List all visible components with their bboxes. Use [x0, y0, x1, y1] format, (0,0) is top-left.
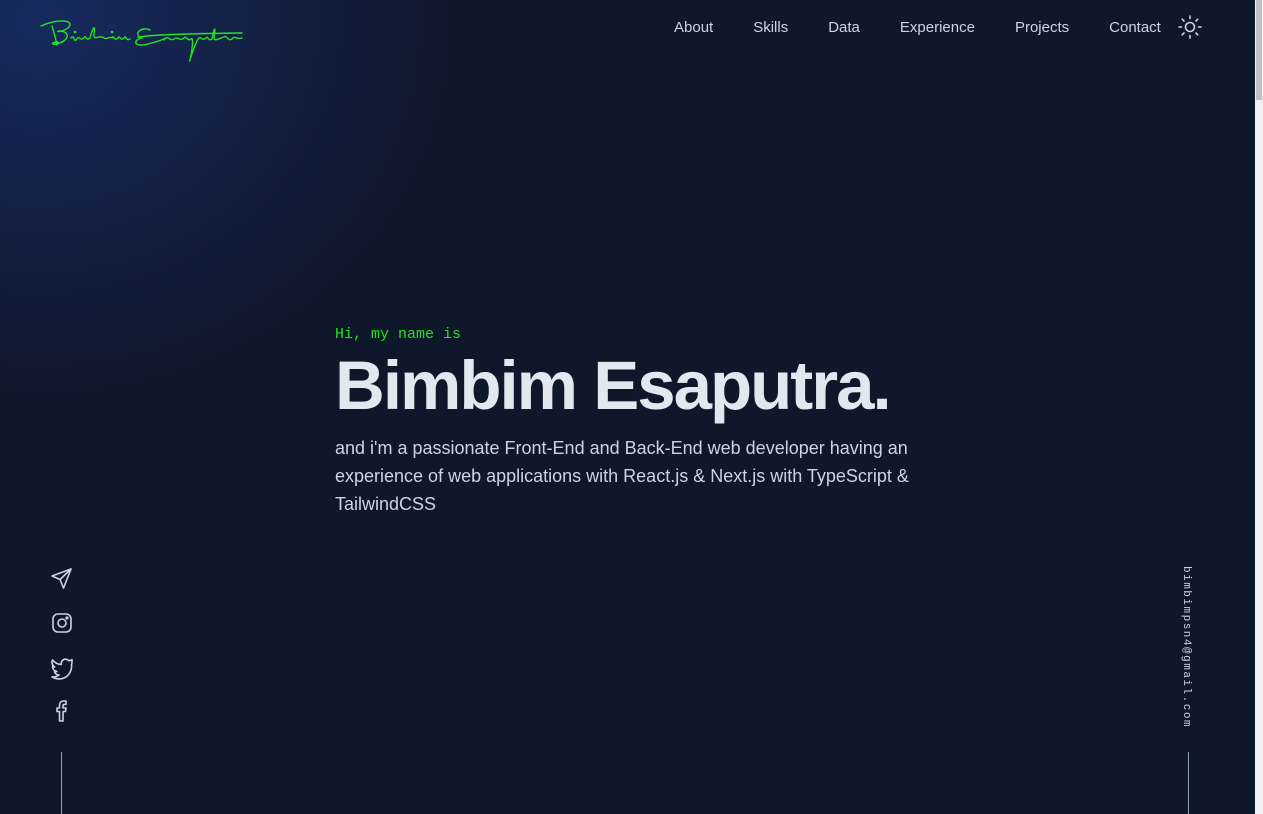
instagram-icon: [52, 613, 72, 633]
theme-toggle-button[interactable]: [1176, 13, 1204, 41]
nav-item-skills[interactable]: Skills: [733, 19, 808, 36]
social-link-send[interactable]: [49, 566, 75, 592]
signature-logo-graphic: [40, 20, 243, 62]
nav-item-contact[interactable]: Contact: [1089, 19, 1181, 36]
twitter-icon: [51, 658, 73, 680]
signature-logo[interactable]: [38, 12, 248, 67]
nav-item-about[interactable]: About: [654, 19, 733, 36]
social-link-twitter[interactable]: [49, 654, 75, 680]
facebook-icon: [56, 700, 67, 722]
right-vertical-divider: [1188, 752, 1189, 814]
send-icon: [51, 568, 72, 589]
social-link-instagram[interactable]: [49, 610, 75, 636]
hero-greeting: Hi, my name is: [335, 326, 462, 343]
sun-icon: [1178, 15, 1202, 39]
nav-item-data[interactable]: Data: [808, 19, 880, 36]
hero-name: Bimbim Esaputra.: [335, 347, 892, 424]
left-vertical-divider: [61, 752, 62, 814]
main-nav: About Skills Data Experience Projects Co…: [654, 17, 1181, 37]
page-scrollbar[interactable]: [1255, 0, 1263, 814]
scrollbar-thumb[interactable]: [1256, 0, 1262, 100]
social-links: [49, 566, 75, 742]
email-link[interactable]: bimbimpsn4@gmail.com: [1180, 566, 1192, 728]
social-link-facebook[interactable]: [49, 698, 75, 724]
nav-item-projects[interactable]: Projects: [995, 19, 1089, 36]
hero-description: and i'm a passionate Front-End and Back-…: [335, 438, 909, 514]
nav-item-experience[interactable]: Experience: [880, 19, 995, 36]
